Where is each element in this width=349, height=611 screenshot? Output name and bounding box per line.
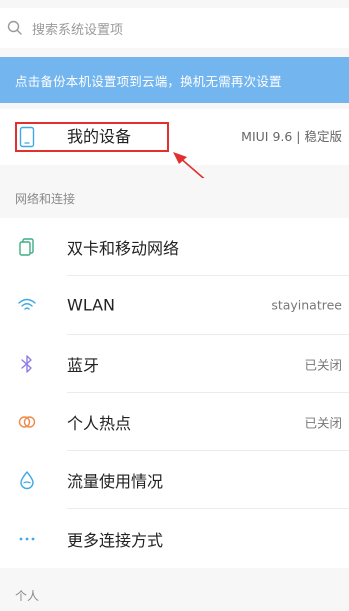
row-value: stayinatree: [271, 297, 342, 313]
bluetooth-icon: [17, 354, 37, 374]
list-item-data-usage[interactable]: 流量使用情况: [0, 451, 349, 510]
list-item-more-connections[interactable]: 更多连接方式: [0, 509, 349, 567]
my-device-label: 我的设备: [67, 127, 132, 146]
network-list: 双卡和移动网络 WLAN stayinatree 蓝牙 已关闭 个人热点 已关闭…: [0, 218, 349, 568]
list-item-sim-network[interactable]: 双卡和移动网络: [0, 218, 349, 277]
backup-banner[interactable]: 点击备份本机设置项到云端，换机无需再次设置: [0, 57, 349, 103]
row-label: 更多连接方式: [67, 530, 164, 550]
data-usage-icon: [17, 470, 37, 490]
miui-version: MIUI 9.6 | 稳定版: [241, 129, 342, 144]
row-label: 流量使用情况: [67, 472, 164, 492]
sim-card-icon: [17, 237, 37, 257]
my-device-row[interactable]: 我的设备 MIUI 9.6 | 稳定版: [0, 109, 349, 165]
search-placeholder: 搜索系统设置项: [32, 22, 124, 38]
list-item-bluetooth[interactable]: 蓝牙 已关闭: [0, 335, 349, 393]
hotspot-icon: [17, 412, 37, 432]
list-item-hotspot[interactable]: 个人热点 已关闭: [0, 393, 349, 452]
section-header-network: 网络和连接: [0, 178, 349, 218]
backup-banner-text: 点击备份本机设置项到云端，换机无需再次设置: [15, 73, 282, 89]
more-icon: [17, 529, 37, 549]
row-label: 蓝牙: [67, 355, 100, 375]
row-label: 个人热点: [67, 414, 132, 434]
phone-icon: [19, 126, 35, 148]
list-item-wlan[interactable]: WLAN stayinatree: [0, 276, 349, 335]
section-header-personal: 个人: [0, 575, 349, 611]
settings-screen: 搜索系统设置项 点击备份本机设置项到云端，换机无需再次设置 我的设备 MIUI …: [0, 0, 349, 611]
search-bar[interactable]: 搜索系统设置项: [0, 8, 349, 48]
row-label: 双卡和移动网络: [67, 239, 180, 259]
wifi-icon: [17, 295, 37, 315]
search-icon: [6, 19, 24, 37]
row-label: WLAN: [67, 295, 116, 315]
row-value: 已关闭: [304, 357, 342, 373]
row-value: 已关闭: [304, 415, 342, 431]
